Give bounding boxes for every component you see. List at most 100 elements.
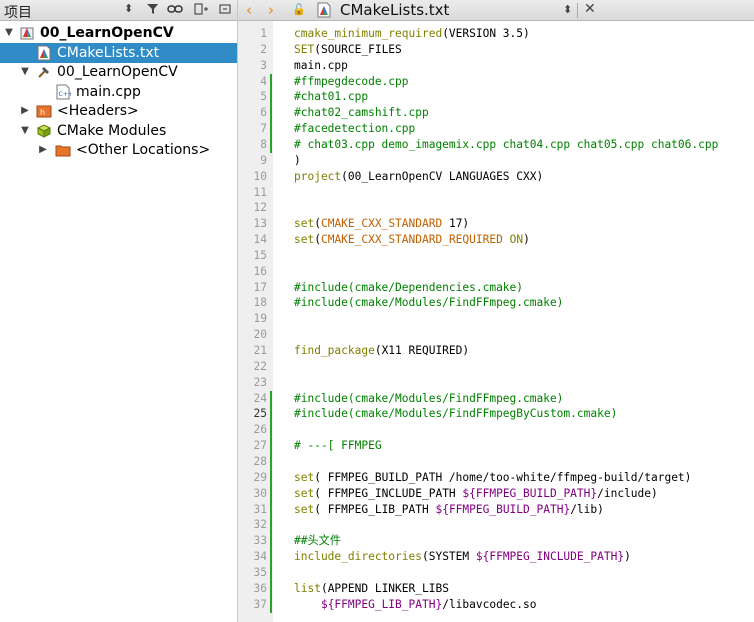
line-number: 26 (253, 423, 267, 437)
code-line: # chat03.cpp demo_imagemix.cpp chat04.cp… (294, 137, 718, 153)
project-panel: 项目 ⬍ ▼ 00_LearnOpenCV CMakeLists.txt ▼ 00_Le… (0, 0, 238, 622)
chevron-right-icon[interactable]: ▶ (38, 140, 48, 160)
code-token: #ffmpegdecode.cpp (294, 74, 409, 88)
code-line: #include(cmake/Modules/FindFFmpeg.cmake) (294, 391, 563, 407)
line-number: 37 (253, 597, 267, 611)
code-line: set(CMAKE_CXX_STANDARD 17) (294, 216, 469, 232)
code-token: 17) (442, 217, 470, 231)
line-number: 36 (253, 581, 267, 595)
line-number: 15 (253, 248, 267, 262)
code-line: find_package(X11 REQUIRED) (294, 343, 469, 359)
code-token: ( FFMPEG_INCLUDE_PATH (314, 486, 463, 500)
line-number: 11 (253, 185, 267, 199)
code-line: #facedetection.cpp (294, 121, 415, 137)
line-number: 9 (260, 153, 267, 167)
tree-item-label: main.cpp (76, 83, 141, 100)
open-document-name[interactable]: CMakeLists.txt (340, 1, 449, 19)
tree-item[interactable]: ▼ 00_LearnOpenCV (0, 62, 237, 82)
cmake-modules-icon (36, 123, 52, 139)
close-document-icon[interactable]: ✕ (584, 1, 596, 17)
code-token: project (294, 169, 342, 183)
change-marker (270, 438, 272, 455)
chevron-down-icon[interactable]: ▼ (20, 62, 30, 82)
split-icon[interactable] (192, 2, 210, 18)
code-token: CMAKE_CXX_STANDARD (320, 217, 443, 231)
code-token: ) (523, 233, 530, 247)
change-marker (270, 501, 272, 518)
code-token: set (294, 502, 315, 516)
go-back-icon[interactable]: ‹ (246, 1, 252, 19)
tree-item[interactable]: ▼ 00_LearnOpenCV (0, 23, 237, 43)
line-number: 3 (260, 58, 267, 72)
code-token: ${FFMPEG_INCLUDE_PATH} (475, 550, 625, 564)
line-number: 33 (253, 534, 267, 548)
headers-icon: h (36, 103, 52, 119)
panel-selector-updown-icon[interactable]: ⬍ (124, 2, 133, 15)
go-forward-icon[interactable]: › (268, 1, 274, 19)
line-number: 27 (253, 439, 267, 453)
code-token: CMAKE_CXX_STANDARD_REQUIRED (320, 233, 503, 247)
tree-item[interactable]: ▶ <Other Locations> (0, 140, 237, 160)
filter-icon[interactable] (144, 2, 162, 18)
tree-item[interactable]: CMakeLists.txt (0, 42, 237, 63)
chevron-down-icon[interactable]: ▼ (4, 23, 14, 43)
change-marker (270, 549, 272, 566)
code-token: ${FFMPEG_LIB_PATH} (320, 597, 443, 611)
document-selector-updown-icon[interactable]: ⬍ (563, 3, 572, 16)
code-line: #ffmpegdecode.cpp (294, 74, 409, 90)
code-line: set( FFMPEG_BUILD_PATH /home/too-white/f… (294, 470, 691, 486)
change-marker (270, 517, 272, 534)
line-number: 5 (260, 90, 267, 104)
change-marker (270, 121, 272, 138)
code-token: #facedetection.cpp (294, 122, 416, 136)
line-number: 22 (253, 359, 267, 373)
tree-item[interactable]: C++ main.cpp (0, 82, 237, 102)
code-token: ( (314, 217, 321, 231)
tree-item-label: <Other Locations> (76, 142, 211, 158)
change-marker (270, 73, 272, 90)
code-token: ) (624, 550, 631, 564)
code-line: #include(cmake/Dependencies.cmake) (294, 280, 523, 296)
link-with-editor-icon[interactable] (166, 2, 184, 18)
project-icon (19, 25, 35, 41)
code-line: ) (294, 153, 301, 169)
lock-icon: 🔓 (292, 3, 306, 16)
code-line: ##头文件 (294, 533, 341, 549)
change-marker (270, 390, 272, 407)
code-token: find_package (294, 344, 375, 357)
code-token: (VERSION 3.5) (442, 27, 530, 40)
close-panel-icon[interactable] (216, 2, 234, 18)
code-token: ( FFMPEG_BUILD_PATH /home/too-white/ffmp… (314, 470, 692, 484)
line-number: 32 (253, 518, 267, 532)
code-line: #include(cmake/Modules/FindFFmpeg.cmake) (294, 295, 563, 311)
line-number: 2 (260, 42, 267, 56)
code-token: set (294, 470, 315, 484)
tree-item[interactable]: ▼ CMake Modules (0, 121, 237, 141)
code-token: ${FFMPEG_BUILD_PATH} (435, 502, 571, 516)
code-token: (SOURCE_FILES (314, 42, 402, 56)
chevron-down-icon[interactable]: ▼ (20, 121, 30, 141)
line-number: 19 (253, 312, 267, 326)
change-marker (270, 422, 272, 439)
line-number: 10 (253, 169, 267, 183)
line-number: 24 (253, 391, 267, 405)
editor-toolbar: ‹ › 🔓 CMakeLists.txt ⬍ ✕ (238, 0, 754, 21)
code-token: #include(cmake/Dependencies.cmake) (294, 280, 524, 294)
project-panel-toolbar: 项目 ⬍ (0, 0, 237, 21)
line-number: 1 (260, 27, 267, 40)
tree-item[interactable]: ▶ h <Headers> (0, 101, 237, 121)
code-line: include_directories(SYSTEM ${FFMPEG_INCL… (294, 549, 631, 565)
change-marker (270, 485, 272, 502)
chevron-right-icon[interactable]: ▶ (20, 101, 30, 121)
line-number: 20 (253, 328, 267, 342)
code-token: set (294, 217, 315, 231)
code-line: set(CMAKE_CXX_STANDARD_REQUIRED ON) (294, 232, 530, 248)
code-line: ${FFMPEG_LIB_PATH}/libavcodec.so (294, 597, 537, 613)
code-token: ##头文件 (294, 534, 342, 548)
code-token: (APPEND LINKER_LIBS (320, 581, 449, 595)
line-number: 34 (253, 550, 267, 564)
line-number: 23 (253, 375, 267, 389)
change-marker (270, 105, 272, 122)
